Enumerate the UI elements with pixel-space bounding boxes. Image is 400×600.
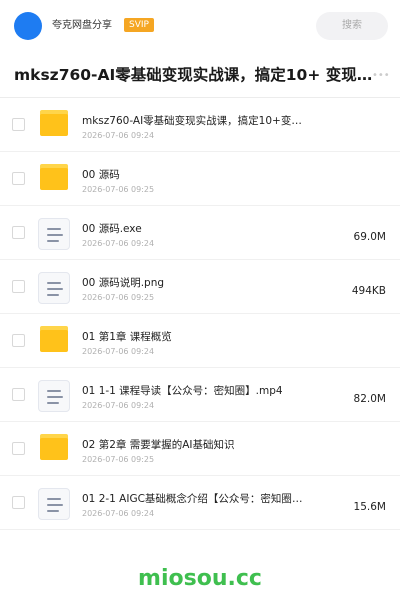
file-name: 01 1-1 课程导读【公众号：密知圈】.mp4 — [82, 385, 283, 397]
row-checkbox[interactable] — [12, 172, 25, 185]
row-checkbox[interactable] — [12, 442, 25, 455]
file-row[interactable]: 00 源码说明.png 2026-07-06 09:25 494KB — [0, 260, 400, 314]
file-name: 01 第1章 课程概览 — [82, 331, 172, 343]
folder-icon — [40, 110, 68, 136]
page-title: mksz760-AI零基础变现实战课，搞定10+ 变现场景与AI工具 — [14, 66, 382, 84]
file-date: 2026-07-06 09:24 — [82, 347, 155, 356]
file-name: 00 源码.exe — [82, 223, 142, 235]
file-row[interactable]: 00 源码 2026-07-06 09:25 — [0, 152, 400, 206]
row-checkbox[interactable] — [12, 226, 25, 239]
row-checkbox[interactable] — [12, 280, 25, 293]
file-date: 2026-07-06 09:24 — [82, 401, 155, 410]
avatar[interactable] — [14, 12, 42, 40]
file-date: 2026-07-06 09:25 — [82, 455, 155, 464]
folder-icon — [40, 164, 68, 190]
file-size: 15.6M — [353, 501, 386, 513]
file-row[interactable]: mksz760-AI零基础变现实战课，搞定10+变现场景与AI工具 2026-07… — [0, 98, 400, 152]
file-date: 2026-07-06 09:25 — [82, 185, 155, 194]
file-row[interactable]: 02 第2章 需要掌握的AI基础知识 2026-07-06 09:25 — [0, 422, 400, 476]
watermark: miosou.cc — [138, 566, 262, 591]
user-name: 夸克网盘分享 — [52, 20, 112, 31]
file-date: 2026-07-06 09:24 — [82, 509, 155, 518]
file-name: 00 源码 — [82, 169, 120, 181]
file-name: mksz760-AI零基础变现实战课，搞定10+变现场景与AI工具 — [82, 115, 306, 127]
row-checkbox[interactable] — [12, 334, 25, 347]
document-icon — [38, 272, 70, 304]
file-list: mksz760-AI零基础变现实战课，搞定10+变现场景与AI工具 2026-07… — [0, 98, 400, 530]
file-row[interactable]: 01 1-1 课程导读【公众号：密知圈】.mp4 2026-07-06 09:24… — [0, 368, 400, 422]
folder-icon — [40, 434, 68, 460]
file-name: 02 第2章 需要掌握的AI基础知识 — [82, 439, 235, 451]
file-name: 01 2-1 AIGC基础概念介绍【公众号：密知圈】.mp4 — [82, 493, 306, 505]
row-checkbox[interactable] — [12, 496, 25, 509]
row-checkbox[interactable] — [12, 118, 25, 131]
file-date: 2026-07-06 09:24 — [82, 239, 155, 248]
more-icon[interactable]: ••• — [372, 70, 390, 82]
file-row[interactable]: 01 2-1 AIGC基础概念介绍【公众号：密知圈】.mp4 2026-07-06… — [0, 476, 400, 530]
svip-badge: SVIP — [124, 18, 154, 32]
file-date: 2026-07-06 09:24 — [82, 131, 155, 140]
file-row[interactable]: 01 第1章 课程概览 2026-07-06 09:24 — [0, 314, 400, 368]
file-size: 82.0M — [353, 393, 386, 405]
document-icon — [38, 488, 70, 520]
search-input[interactable]: 搜索 — [316, 12, 388, 40]
file-name: 00 源码说明.png — [82, 277, 165, 289]
file-date: 2026-07-06 09:25 — [82, 293, 155, 302]
document-icon — [38, 218, 70, 250]
header: 夸克网盘分享 SVIP 搜索 — [0, 0, 400, 52]
folder-icon — [40, 326, 68, 352]
file-size: 494KB — [351, 285, 386, 297]
file-row[interactable]: 00 源码.exe 2026-07-06 09:24 69.0M — [0, 206, 400, 260]
title-row: mksz760-AI零基础变现实战课，搞定10+ 变现场景与AI工具 ••• — [0, 52, 400, 98]
row-checkbox[interactable] — [12, 388, 25, 401]
file-size: 69.0M — [353, 231, 386, 243]
document-icon — [38, 380, 70, 412]
